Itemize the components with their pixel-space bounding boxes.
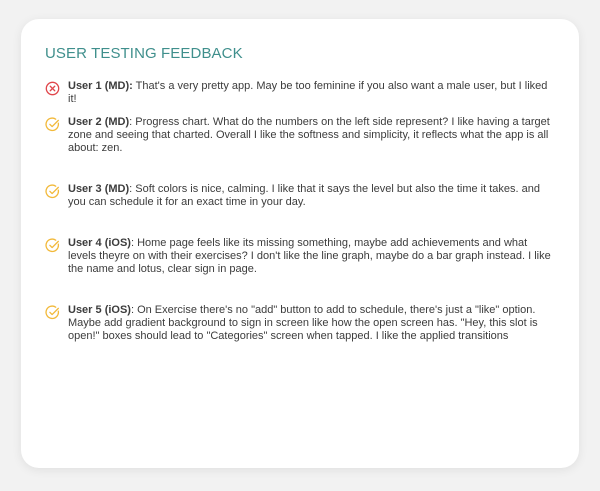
feedback-user: User 3 (MD) [68,183,130,195]
check-circle-icon [45,305,60,320]
feedback-item-user-3: User 3 (MD): Soft colors is nice, calmin… [45,183,555,209]
feedback-item-user-5: User 5 (iOS): On Exercise there's no "ad… [45,304,555,343]
feedback-user: User 1 (MD): [68,80,133,92]
feedback-comment: : Soft colors is nice, calming. I like t… [68,183,540,208]
check-circle-icon [45,184,60,199]
feedback-text: User 4 (iOS): Home page feels like its m… [68,237,555,276]
feedback-text: User 5 (iOS): On Exercise there's no "ad… [68,304,555,343]
feedback-card: USER TESTING FEEDBACK User 1 (MD): That'… [21,19,579,468]
feedback-item-user-4: User 4 (iOS): Home page feels like its m… [45,237,555,276]
feedback-user: User 5 (iOS) [68,304,131,316]
check-circle-icon [45,238,60,253]
feedback-text: User 1 (MD): That's a very pretty app. M… [68,80,555,106]
feedback-user: User 2 (MD) [68,116,130,128]
card-title: USER TESTING FEEDBACK [45,45,243,62]
feedback-item-user-1: User 1 (MD): That's a very pretty app. M… [45,80,555,106]
feedback-text: User 3 (MD): Soft colors is nice, calmin… [68,183,555,209]
feedback-comment: : Home page feels like its missing somet… [68,237,551,275]
feedback-user: User 4 (iOS) [68,237,131,249]
x-circle-icon [45,81,60,96]
feedback-comment: That's a very pretty app. May be too fem… [68,80,548,105]
feedback-text: User 2 (MD): Progress chart. What do the… [68,116,555,155]
check-circle-icon [45,117,60,132]
feedback-comment: : On Exercise there's no "add" button to… [68,304,538,342]
feedback-item-user-2: User 2 (MD): Progress chart. What do the… [45,116,555,155]
feedback-comment: : Progress chart. What do the numbers on… [68,116,550,154]
